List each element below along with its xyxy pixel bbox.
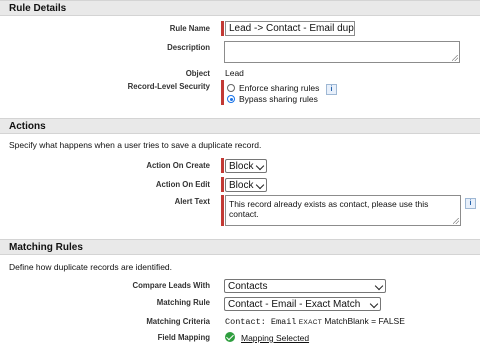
- required-indicator: [221, 158, 224, 173]
- security-label: Record-Level Security: [127, 82, 210, 91]
- on-edit-label: Action On Edit: [155, 180, 210, 189]
- description-label: Description: [167, 43, 210, 52]
- criteria-type: EXACT: [298, 319, 322, 326]
- chevron-down-icon: [255, 180, 265, 190]
- rule-name-label: Rule Name: [169, 24, 210, 33]
- radio-bypass-label: Bypass sharing rules: [239, 94, 318, 104]
- alert-text-label: Alert Text: [174, 197, 210, 206]
- object-value: Lead: [225, 68, 244, 78]
- radio-bypass-sharing[interactable]: [227, 95, 235, 103]
- section-header-rule-details: Rule Details: [0, 0, 480, 16]
- required-indicator: [221, 80, 224, 105]
- on-create-select[interactable]: Block: [225, 159, 267, 173]
- required-indicator: [221, 21, 224, 36]
- on-edit-value: Block: [229, 180, 254, 191]
- alert-text-value: This record already exists as contact, p…: [229, 199, 429, 219]
- info-icon[interactable]: i: [465, 198, 476, 209]
- criteria-field: Contact: Email: [225, 317, 297, 327]
- description-textarea[interactable]: [224, 41, 460, 63]
- mapping-selected-link[interactable]: Mapping Selected: [241, 333, 309, 343]
- resize-grip-icon[interactable]: [452, 55, 458, 61]
- required-indicator: [221, 195, 224, 226]
- required-indicator: [221, 177, 224, 192]
- criteria-rest: MatchBlank = FALSE: [324, 316, 405, 326]
- matching-rule-select[interactable]: Contact - Email - Exact Match: [224, 297, 381, 311]
- compare-with-label: Compare Leads With: [132, 281, 210, 290]
- check-icon: [225, 332, 235, 342]
- matching-rules-description: Define how duplicate records are identif…: [9, 262, 173, 272]
- object-label: Object: [185, 69, 210, 78]
- info-icon[interactable]: i: [326, 84, 337, 95]
- matching-rule-value: Contact - Email - Exact Match: [228, 299, 361, 310]
- on-edit-select[interactable]: Block: [225, 178, 267, 192]
- matching-rule-label: Matching Rule: [156, 298, 210, 307]
- chevron-down-icon: [255, 161, 265, 171]
- chevron-down-icon: [374, 281, 384, 291]
- matching-criteria-label: Matching Criteria: [146, 317, 210, 326]
- field-mapping-label: Field Mapping: [157, 333, 210, 342]
- section-header-matching-rules: Matching Rules: [0, 239, 480, 255]
- matching-criteria-value: Contact: Email EXACT MatchBlank = FALSE: [225, 316, 405, 327]
- rule-name-input[interactable]: Lead -> Contact - Email dupl: [225, 21, 355, 36]
- radio-enforce-label: Enforce sharing rules: [239, 83, 320, 93]
- alert-text-textarea[interactable]: This record already exists as contact, p…: [225, 195, 461, 226]
- compare-with-select[interactable]: Contacts: [224, 279, 386, 293]
- section-header-actions: Actions: [0, 118, 480, 134]
- on-create-label: Action On Create: [146, 161, 210, 170]
- actions-description: Specify what happens when a user tries t…: [9, 140, 262, 150]
- compare-with-value: Contacts: [228, 281, 268, 292]
- chevron-down-icon: [369, 299, 379, 309]
- radio-enforce-sharing[interactable]: [227, 84, 235, 92]
- on-create-value: Block: [229, 161, 254, 172]
- resize-grip-icon[interactable]: [453, 218, 459, 224]
